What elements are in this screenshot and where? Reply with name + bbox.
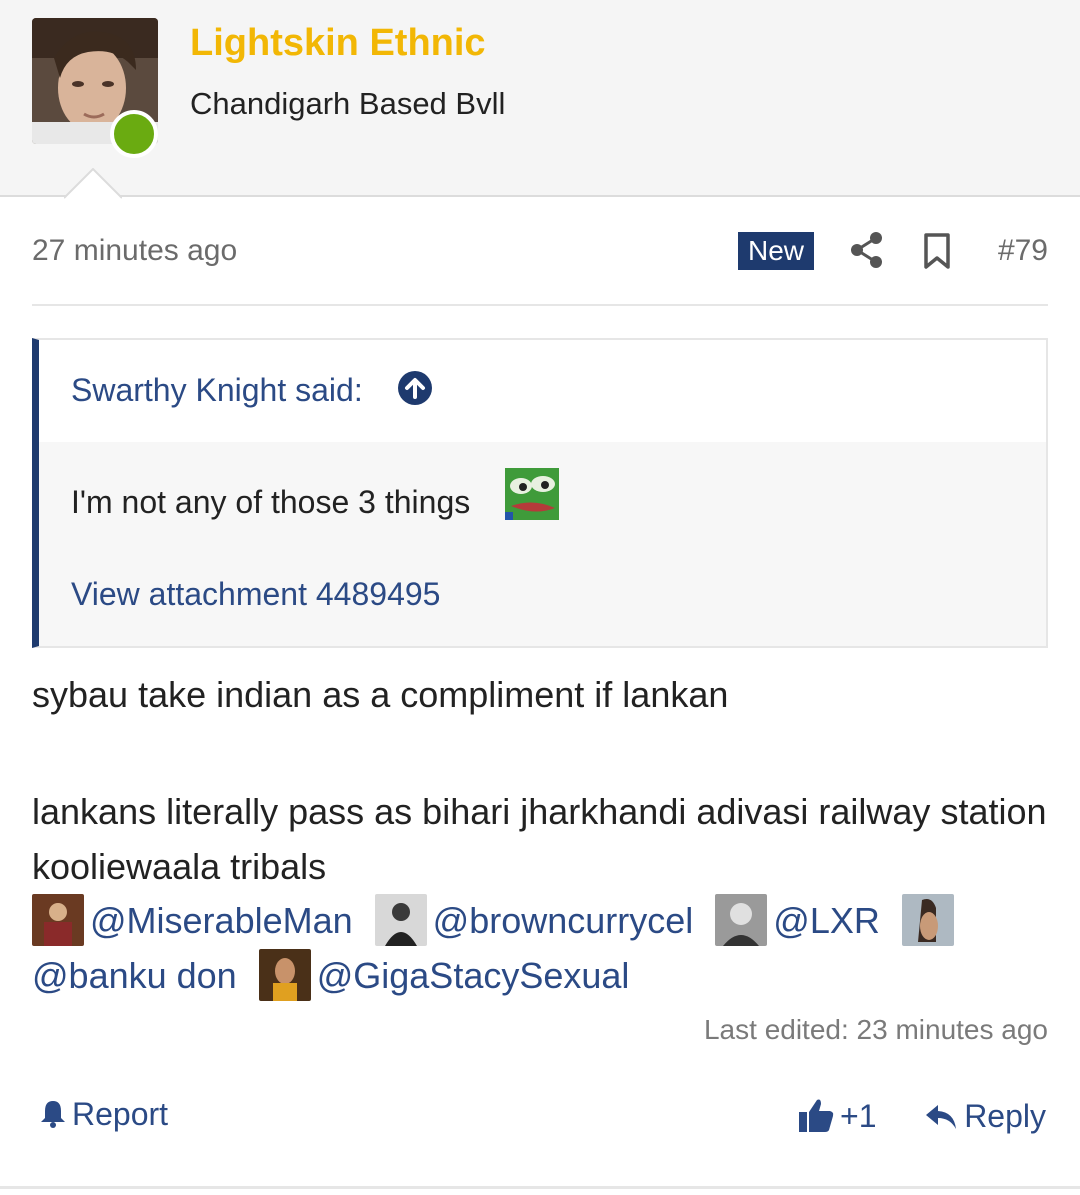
post-body-line: lankans literally pass as bihari jharkha… <box>32 791 1047 887</box>
post-number[interactable]: #79 <box>998 234 1048 268</box>
thumbs-up-icon[interactable] <box>797 1096 835 1134</box>
header-pointer <box>64 168 122 199</box>
arrow-up-circle-icon[interactable] <box>397 370 433 406</box>
user-title: Chandigarh Based Bvll <box>190 86 506 121</box>
like-count[interactable]: +1 <box>840 1098 876 1135</box>
reply-button[interactable]: Reply <box>924 1098 1046 1135</box>
last-edited: Last edited: 23 minutes ago <box>703 1014 1048 1045</box>
user-header: Lightskin Ethnic Chandigarh Based Bvll <box>0 0 1080 199</box>
reply-arrow-icon <box>926 1105 957 1129</box>
post-bottom-border <box>0 1186 1080 1189</box>
bell-icon <box>41 1101 65 1128</box>
bookmark-icon[interactable] <box>920 232 954 270</box>
post-body-line: sybau take indian as a compliment if lan… <box>32 674 729 715</box>
online-status-dot <box>110 110 158 158</box>
post-timestamp[interactable]: 27 minutes ago <box>32 234 237 268</box>
share-icon[interactable] <box>848 230 886 270</box>
new-badge: New <box>738 232 815 270</box>
mention-link[interactable]: @MiserableMan <box>90 893 353 948</box>
quote-author[interactable]: Swarthy Knight said: <box>71 372 363 409</box>
quote-header: Swarthy Knight said: <box>39 340 1046 442</box>
quote-text: I'm not any of those 3 things <box>71 484 471 520</box>
username[interactable]: Lightskin Ethnic <box>190 22 486 65</box>
mention-link[interactable]: @banku don <box>32 948 237 1003</box>
report-label: Report <box>72 1096 169 1132</box>
mention-avatar <box>715 894 768 947</box>
mention-link[interactable]: @browncurrycel <box>433 893 694 948</box>
mention-avatar <box>32 894 84 947</box>
post-actions: Report +1 Reply <box>32 1090 1048 1146</box>
pepe-emoji-icon <box>505 468 559 520</box>
reply-label: Reply <box>964 1098 1046 1134</box>
quote-attachment-link[interactable]: View attachment 4489495 <box>71 576 440 613</box>
post-meta: 27 minutes ago New #79 <box>32 222 1048 278</box>
report-button[interactable]: Report <box>38 1096 168 1133</box>
mention-avatar <box>374 894 427 947</box>
quote-block: Swarthy Knight said: I'm not any of thos… <box>32 338 1048 648</box>
mention-avatar <box>258 949 311 1002</box>
mention-link[interactable]: @LXR <box>773 893 880 948</box>
mention-avatar <box>901 894 954 947</box>
mention-link[interactable]: @GigaStacySexual <box>317 948 630 1003</box>
meta-divider <box>32 304 1048 306</box>
